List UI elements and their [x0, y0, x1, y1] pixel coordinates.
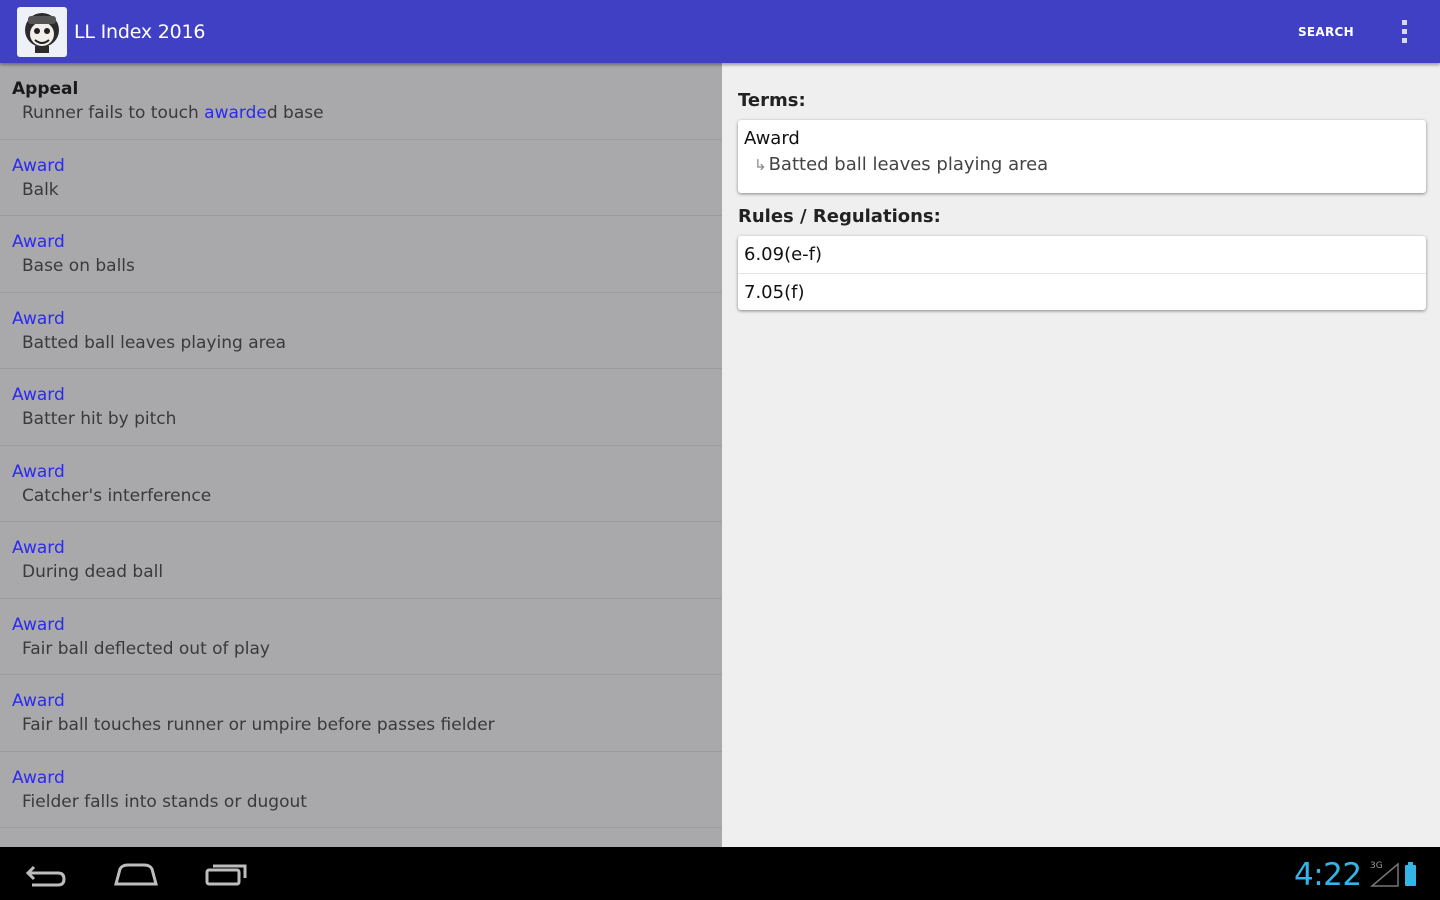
- list-item-term: Award: [12, 385, 65, 405]
- list-item[interactable]: Award Fielder falls into stands or dugou…: [0, 752, 722, 828]
- list-item-term: Award: [12, 691, 65, 711]
- rule-item[interactable]: 7.05(f): [738, 273, 1426, 310]
- term-title: Award: [744, 128, 800, 149]
- terms-label: Terms:: [738, 90, 806, 111]
- list-item-subterm: Fair ball deflected out of play: [22, 638, 270, 659]
- term-card: Award ↳ Batted ball leaves playing area: [738, 120, 1426, 193]
- list-item-term: Award: [12, 308, 65, 329]
- term-list[interactable]: Appeal Runner fails to touch awarded bas…: [0, 63, 722, 847]
- list-item[interactable]: Award Fair ball deflected out of play: [0, 599, 722, 675]
- action-bar: LL Index 2016 SEARCH: [0, 0, 1440, 63]
- list-item-term: Appeal: [12, 79, 79, 99]
- status-icons[interactable]: 3G: [1369, 859, 1426, 889]
- term-subtitle: ↳ Batted ball leaves playing area: [754, 154, 1049, 175]
- list-item-term: Award: [12, 155, 65, 176]
- search-button[interactable]: SEARCH: [1298, 25, 1354, 39]
- rule-item[interactable]: 6.09(e-f): [738, 236, 1426, 273]
- list-item-subterm: During dead ball: [22, 562, 164, 582]
- list-item-subterm: Fielder falls into stands or dugout: [22, 791, 307, 812]
- search-highlight: awarde: [204, 103, 267, 123]
- list-item-subterm: Fair ball touches runner or umpire befor…: [22, 715, 495, 735]
- status-clock[interactable]: 4:22: [1294, 857, 1362, 893]
- list-item-term: Award: [12, 767, 65, 788]
- list-item-term: Award: [12, 461, 65, 482]
- list-item-subterm: Balk: [22, 179, 59, 200]
- rules-card: 6.09(e-f) 7.05(f): [738, 236, 1426, 310]
- battery-icon: [1405, 865, 1416, 886]
- list-item-subterm: Catcher's interference: [22, 485, 212, 506]
- app-title: LL Index 2016: [74, 20, 206, 43]
- home-icon[interactable]: [106, 857, 166, 891]
- list-item[interactable]: Award Balk: [0, 140, 722, 216]
- overflow-menu-icon[interactable]: [1394, 17, 1414, 47]
- list-item-term: Award: [12, 614, 65, 635]
- subterm-arrow-icon: ↳: [754, 156, 767, 174]
- back-icon[interactable]: [18, 857, 78, 891]
- list-item-subterm: Runner fails to touch awarded base: [22, 103, 324, 123]
- list-item-subterm: Batter hit by pitch: [22, 409, 177, 429]
- list-item-subterm: Base on balls: [22, 256, 135, 276]
- list-item-term: Award: [12, 538, 65, 558]
- list-item-subterm: Batted ball leaves playing area: [22, 332, 287, 353]
- network-type-label: 3G: [1370, 861, 1383, 871]
- list-item[interactable]: Award Base on balls: [0, 216, 722, 293]
- list-item[interactable]: Award Fair ball touches runner or umpire…: [0, 675, 722, 752]
- list-item[interactable]: Award Catcher's interference: [0, 446, 722, 522]
- list-item[interactable]: Award Batted ball leaves playing area: [0, 293, 722, 369]
- rules-label: Rules / Regulations:: [738, 206, 941, 227]
- list-item[interactable]: Award During dead ball: [0, 522, 722, 599]
- list-item[interactable]: Award Batter hit by pitch: [0, 369, 722, 446]
- system-nav-bar: 4:22 3G: [0, 847, 1440, 900]
- monkey-logo-icon[interactable]: [17, 6, 67, 57]
- list-item[interactable]: Appeal Runner fails to touch awarded bas…: [0, 63, 722, 140]
- recent-apps-icon[interactable]: [198, 857, 258, 891]
- list-item-term: Award: [12, 232, 65, 252]
- detail-pane: Terms: Award ↳ Batted ball leaves playing…: [722, 63, 1440, 847]
